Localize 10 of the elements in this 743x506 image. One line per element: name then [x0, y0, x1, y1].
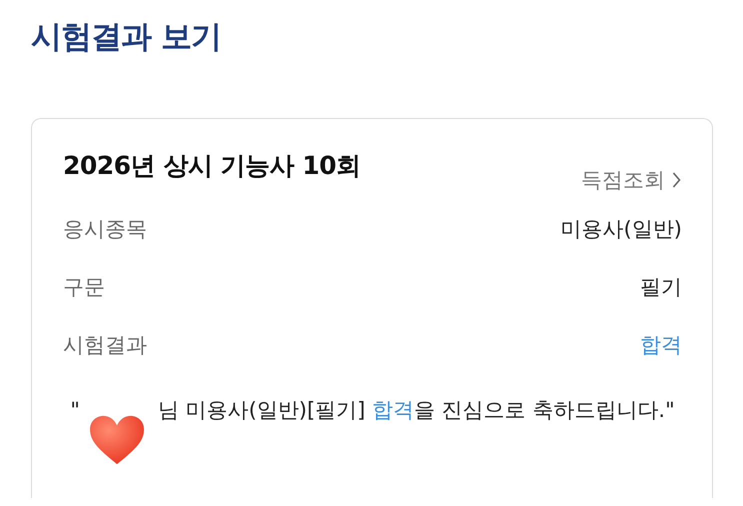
field-value: 필기 [640, 274, 682, 301]
page-title: 시험결과 보기 [31, 18, 222, 57]
field-label: 응시종목 [63, 216, 147, 243]
field-value: 합격 [640, 332, 682, 359]
field-value: 미용사(일반) [560, 216, 682, 243]
exam-title: 2026년 상시 기능사 10회 [63, 150, 360, 182]
field-label: 시험결과 [63, 332, 147, 359]
score-link[interactable]: 득점조회 [581, 166, 682, 194]
field-label: 구문 [63, 274, 105, 301]
congratulation-message: " 님 미용사(일반)[필기] 합격 을 진심으로 축하드립니다." [69, 397, 676, 424]
